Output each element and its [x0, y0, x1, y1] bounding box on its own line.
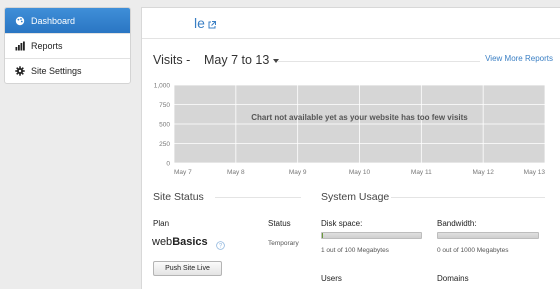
plan-name-prefix: web	[152, 236, 173, 248]
chart-y-tick-label: 750	[159, 102, 170, 109]
chart-x-tick-label: May 8	[227, 169, 245, 176]
gear-icon	[15, 66, 25, 76]
plan-label: Plan	[153, 219, 170, 228]
chart-y-tick-label: 1,000	[154, 83, 171, 90]
chart-x-tick-label: May 13	[524, 169, 546, 176]
divider	[277, 61, 480, 62]
plan-name-bold: Basics	[172, 236, 208, 248]
users-label: Users	[321, 274, 342, 283]
bandwidth-usage-bar	[437, 232, 539, 239]
push-site-live-button[interactable]: Push Site Live	[153, 261, 222, 276]
site-name-link[interactable]: le	[194, 15, 205, 31]
sidebar-item-label: Dashboard	[31, 15, 76, 26]
chart-x-tick-label: May 9	[289, 169, 307, 176]
sidebar-item-label: Site Settings	[31, 66, 82, 76]
divider	[391, 197, 545, 198]
chart-unavailable-message: Chart not available yet as your website …	[251, 113, 468, 122]
site-header: le	[142, 8, 560, 39]
visits-chart-svg: 1,000 750 500 250 0 May 7 May 8 May 9 May 10 May …	[154, 83, 546, 176]
status-value: Temporary	[268, 240, 299, 247]
disk-usage-bar	[321, 232, 422, 239]
sidebar-item-dashboard[interactable]: Dashboard	[5, 8, 130, 33]
bar-chart-icon	[15, 41, 25, 51]
chart-y-tick-label: 500	[159, 122, 170, 129]
system-usage-title: System Usage	[321, 191, 390, 203]
chart-x-tick-label: May 10	[349, 169, 371, 176]
sidebar-item-reports[interactable]: Reports	[5, 33, 130, 58]
palette-icon	[15, 16, 25, 26]
bandwidth-value: 0 out of 1000 Megabytes	[437, 247, 509, 254]
date-range-label: May 7 to 13	[204, 53, 270, 67]
plan-name: webBasics	[152, 236, 208, 248]
disk-space-label: Disk space:	[321, 219, 363, 228]
visits-label: Visits -	[153, 53, 191, 67]
disk-usage-fill	[322, 233, 323, 238]
visits-header: Visits - May 7 to 13 View More Reports	[153, 53, 553, 69]
chart-y-tick-label: 250	[159, 141, 170, 148]
sidebar-item-site-settings[interactable]: Site Settings	[5, 58, 130, 83]
chart-x-tick-label: May 11	[411, 169, 432, 176]
sidebar-item-label: Reports	[31, 41, 63, 51]
help-icon[interactable]: ?	[216, 237, 225, 255]
status-label: Status	[268, 219, 291, 228]
chart-y-tick-label: 0	[166, 161, 170, 168]
dashboard-panel: le Visits - May 7 to 13 View More Report…	[141, 7, 560, 289]
domains-label: Domains	[437, 274, 469, 283]
site-status-title: Site Status	[153, 191, 204, 203]
sidebar-nav: Dashboard Reports Site Settings	[4, 7, 131, 84]
external-link-icon[interactable]	[208, 16, 216, 34]
date-range-dropdown[interactable]: May 7 to 13	[204, 53, 280, 67]
chart-x-tick-label: May 12	[473, 169, 495, 176]
view-more-reports-link[interactable]: View More Reports	[485, 54, 553, 63]
disk-space-value: 1 out of 100 Megabytes	[321, 247, 389, 254]
divider	[215, 197, 301, 198]
chart-x-tick-label: May 7	[174, 169, 192, 176]
visits-chart: 1,000 750 500 250 0 May 7 May 8 May 9 May 10 May …	[142, 78, 560, 188]
bandwidth-label: Bandwidth:	[437, 219, 477, 228]
